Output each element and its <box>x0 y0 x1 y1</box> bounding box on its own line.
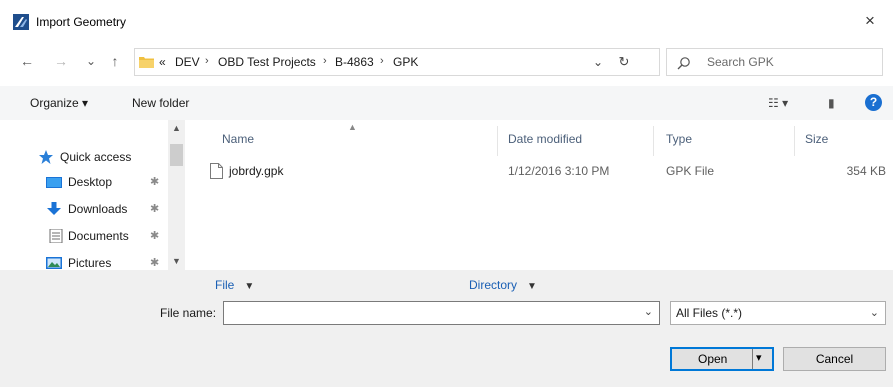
pin-icon: ✱ <box>150 230 160 242</box>
caret-down-icon: ▼ <box>527 281 537 292</box>
file-name: jobrdy.gpk <box>229 164 284 178</box>
sidebar-item-downloads[interactable]: Downloads ✱ <box>0 198 168 220</box>
view-options-icon[interactable]: ☷ ▾ <box>768 94 788 112</box>
column-divider[interactable] <box>794 126 795 156</box>
caret-down-icon: ▼ <box>244 281 255 292</box>
breadcrumb-overflow[interactable]: « <box>159 55 166 69</box>
breadcrumb-separator[interactable]: › <box>380 55 384 67</box>
breadcrumb-gpk[interactable]: GPK <box>393 55 418 69</box>
sidebar-item-desktop[interactable]: Desktop ✱ <box>0 171 168 193</box>
cancel-button-label: Cancel <box>815 352 854 366</box>
forward-arrow-icon[interactable]: → <box>52 52 70 70</box>
sidebar-item-documents[interactable]: Documents ✱ <box>0 225 168 247</box>
file-type-filter[interactable]: All Files (*.*) ⌄ <box>670 301 886 325</box>
preview-pane-icon[interactable]: ▮ <box>828 94 835 112</box>
scroll-up-icon[interactable]: ▲ <box>172 123 181 133</box>
search-icon <box>677 57 690 70</box>
recent-locations-chevron-icon[interactable]: ⌄ <box>82 52 100 70</box>
sidebar-item-quick-access[interactable]: Quick access <box>0 146 168 168</box>
file-row[interactable]: jobrdy.gpk 1/12/2016 3:10 PM GPK File 35… <box>204 160 889 182</box>
back-arrow-icon[interactable]: ← <box>18 52 36 70</box>
organize-button[interactable]: Organize ▾ <box>30 96 88 110</box>
split-divider <box>752 349 753 369</box>
pictures-icon <box>46 257 62 269</box>
star-icon <box>39 150 53 164</box>
breadcrumb-dev[interactable]: DEV <box>175 55 200 69</box>
search-box[interactable]: Search GPK <box>666 48 883 76</box>
column-header-name[interactable]: Name <box>222 132 254 146</box>
directory-dropdown-label: Directory <box>469 278 518 292</box>
window-title: Import Geometry <box>36 15 127 29</box>
up-arrow-icon[interactable]: ↑ <box>106 52 124 70</box>
file-list: ▲ Name Date modified Type Size jobrdy.gp… <box>186 120 893 270</box>
address-dropdown-chevron-icon[interactable]: ⌄ <box>589 53 607 71</box>
open-button-label: Open <box>698 352 728 366</box>
file-name-input[interactable]: ⌄ <box>223 301 660 325</box>
scrollbar-thumb[interactable] <box>170 144 183 166</box>
column-divider[interactable] <box>653 126 654 156</box>
sidebar: Quick access Desktop ✱ Downloads ✱ Docum… <box>0 120 186 270</box>
breadcrumb-b-4863[interactable]: B-4863 <box>335 55 374 69</box>
column-divider[interactable] <box>497 126 498 156</box>
pin-icon: ✱ <box>150 176 160 188</box>
column-header-size[interactable]: Size <box>805 132 828 146</box>
sidebar-scrollbar[interactable]: ▲ ▼ <box>168 120 185 270</box>
documents-icon <box>49 229 63 243</box>
address-bar[interactable]: « DEV › OBD Test Projects › B-4863 › GPK… <box>134 48 660 76</box>
chevron-down-icon[interactable]: ⌄ <box>870 306 879 319</box>
chevron-down-icon[interactable]: ⌄ <box>644 305 653 318</box>
navigation-bar: ← → ⌄ ↑ « DEV › OBD Test Projects › B-48… <box>0 42 893 82</box>
app-icon <box>13 14 29 30</box>
file-type: GPK File <box>666 164 715 178</box>
sidebar-item-label: Documents <box>68 229 129 243</box>
sort-ascending-icon: ▲ <box>348 122 357 132</box>
help-icon[interactable]: ? <box>865 94 882 111</box>
search-placeholder[interactable]: Search GPK <box>707 55 774 69</box>
column-header-date-modified[interactable]: Date modified <box>508 132 582 146</box>
file-type-filter-value: All Files (*.*) <box>676 306 743 320</box>
title-bar: Import Geometry × <box>0 0 893 42</box>
bottom-panel: File ▼ Directory ▼ File name: ⌄ All Files … <box>0 270 893 387</box>
breadcrumb-separator[interactable]: › <box>205 55 209 67</box>
downloads-icon <box>47 202 61 215</box>
sidebar-item-label: Pictures <box>68 256 112 270</box>
command-bar: Organize ▾ New folder ☷ ▾ ▮ ? <box>0 86 893 120</box>
cancel-button[interactable]: Cancel <box>783 347 886 371</box>
file-size: 354 KB <box>846 164 886 178</box>
file-name-label: File name: <box>160 306 217 320</box>
file-dropdown[interactable]: File ▼ <box>215 278 254 292</box>
breadcrumb-separator[interactable]: › <box>323 55 327 67</box>
directory-dropdown[interactable]: Directory ▼ <box>469 278 537 292</box>
desktop-icon <box>46 177 62 188</box>
close-icon[interactable]: × <box>857 10 883 32</box>
open-button[interactable]: Open ▾ <box>670 347 774 371</box>
file-icon <box>210 163 223 179</box>
sidebar-item-label: Quick access <box>60 150 132 164</box>
folder-icon <box>139 57 154 68</box>
refresh-icon[interactable]: ↻ <box>613 53 635 71</box>
pin-icon: ✱ <box>150 257 160 269</box>
breadcrumb-obd-test-projects[interactable]: OBD Test Projects <box>218 55 316 69</box>
open-options-arrow-icon[interactable]: ▾ <box>756 351 762 364</box>
file-dropdown-label: File <box>215 278 235 292</box>
file-date: 1/12/2016 3:10 PM <box>508 164 610 178</box>
sidebar-item-label: Desktop <box>68 175 113 189</box>
scroll-down-icon[interactable]: ▼ <box>172 256 181 266</box>
new-folder-button[interactable]: New folder <box>132 96 189 110</box>
pin-icon: ✱ <box>150 203 160 215</box>
column-header-type[interactable]: Type <box>666 132 692 146</box>
sidebar-item-label: Downloads <box>68 202 128 216</box>
